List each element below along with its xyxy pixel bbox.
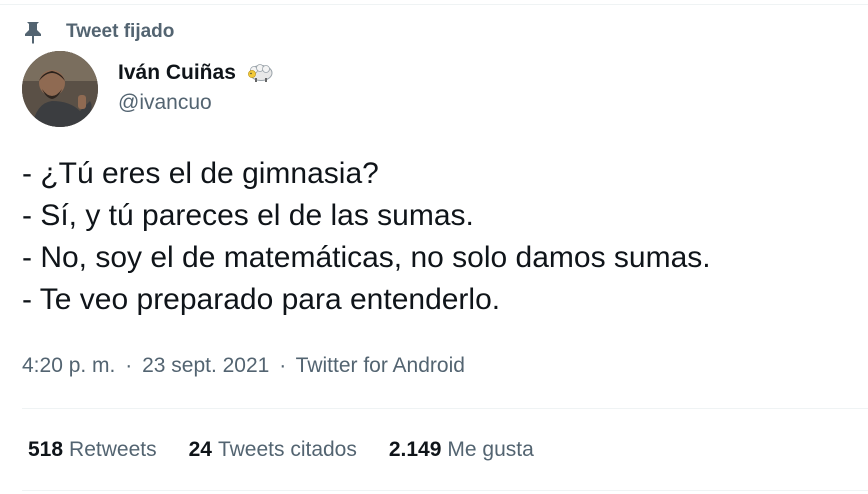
quotes-stat[interactable]: 24 Tweets citados (189, 438, 357, 462)
retweets-label: Retweets (69, 438, 157, 461)
stats-bottom-divider (22, 490, 868, 491)
user-handle[interactable]: @ivancuo (118, 91, 274, 115)
sheep-emoji-icon (246, 63, 274, 83)
avatar[interactable] (22, 51, 98, 127)
quotes-count: 24 (188, 438, 212, 461)
pinned-label: Tweet fijado (66, 21, 175, 42)
meta-separator: · (279, 354, 287, 377)
tweet-line: - Sí, y tú pareces el de las sumas. (22, 199, 474, 232)
quotes-label: Tweets citados (217, 438, 357, 461)
tweet-date[interactable]: 23 sept. 2021 (142, 354, 269, 377)
display-name[interactable]: Iván Cuiñas (118, 61, 236, 85)
retweets-stat[interactable]: 518 Retweets (28, 438, 157, 462)
tweet-line: - No, soy el de matemáticas, no solo dam… (22, 241, 711, 274)
top-divider (0, 4, 868, 5)
meta-separator: · (125, 354, 133, 377)
likes-count: 2.149 (388, 438, 442, 461)
tweet-line: - ¿Tú eres el de gimnasia? (22, 157, 379, 190)
retweets-count: 518 (28, 438, 64, 461)
tweet-metadata: 4:20 p. m. · 23 sept. 2021 · Twitter for… (22, 354, 465, 378)
likes-label: Me gusta (447, 438, 534, 461)
tweet-time[interactable]: 4:20 p. m. (22, 354, 115, 377)
pinned-indicator: Tweet fijado (22, 18, 174, 46)
engagement-stats: 518 Retweets 24 Tweets citados 2.149 Me gus… (28, 438, 566, 462)
tweet-line: - Te veo preparado para entenderlo. (22, 283, 501, 316)
likes-stat[interactable]: 2.149 Me gusta (389, 438, 534, 462)
stats-top-divider (22, 408, 868, 409)
tweet-source[interactable]: Twitter for Android (296, 354, 465, 377)
name-row: Iván Cuiñas (118, 58, 274, 88)
pin-icon (22, 20, 44, 44)
author-info[interactable]: Iván Cuiñas @ivancuo (118, 58, 274, 115)
tweet-text: - ¿Tú eres el de gimnasia? - Sí, y tú pa… (22, 153, 862, 321)
